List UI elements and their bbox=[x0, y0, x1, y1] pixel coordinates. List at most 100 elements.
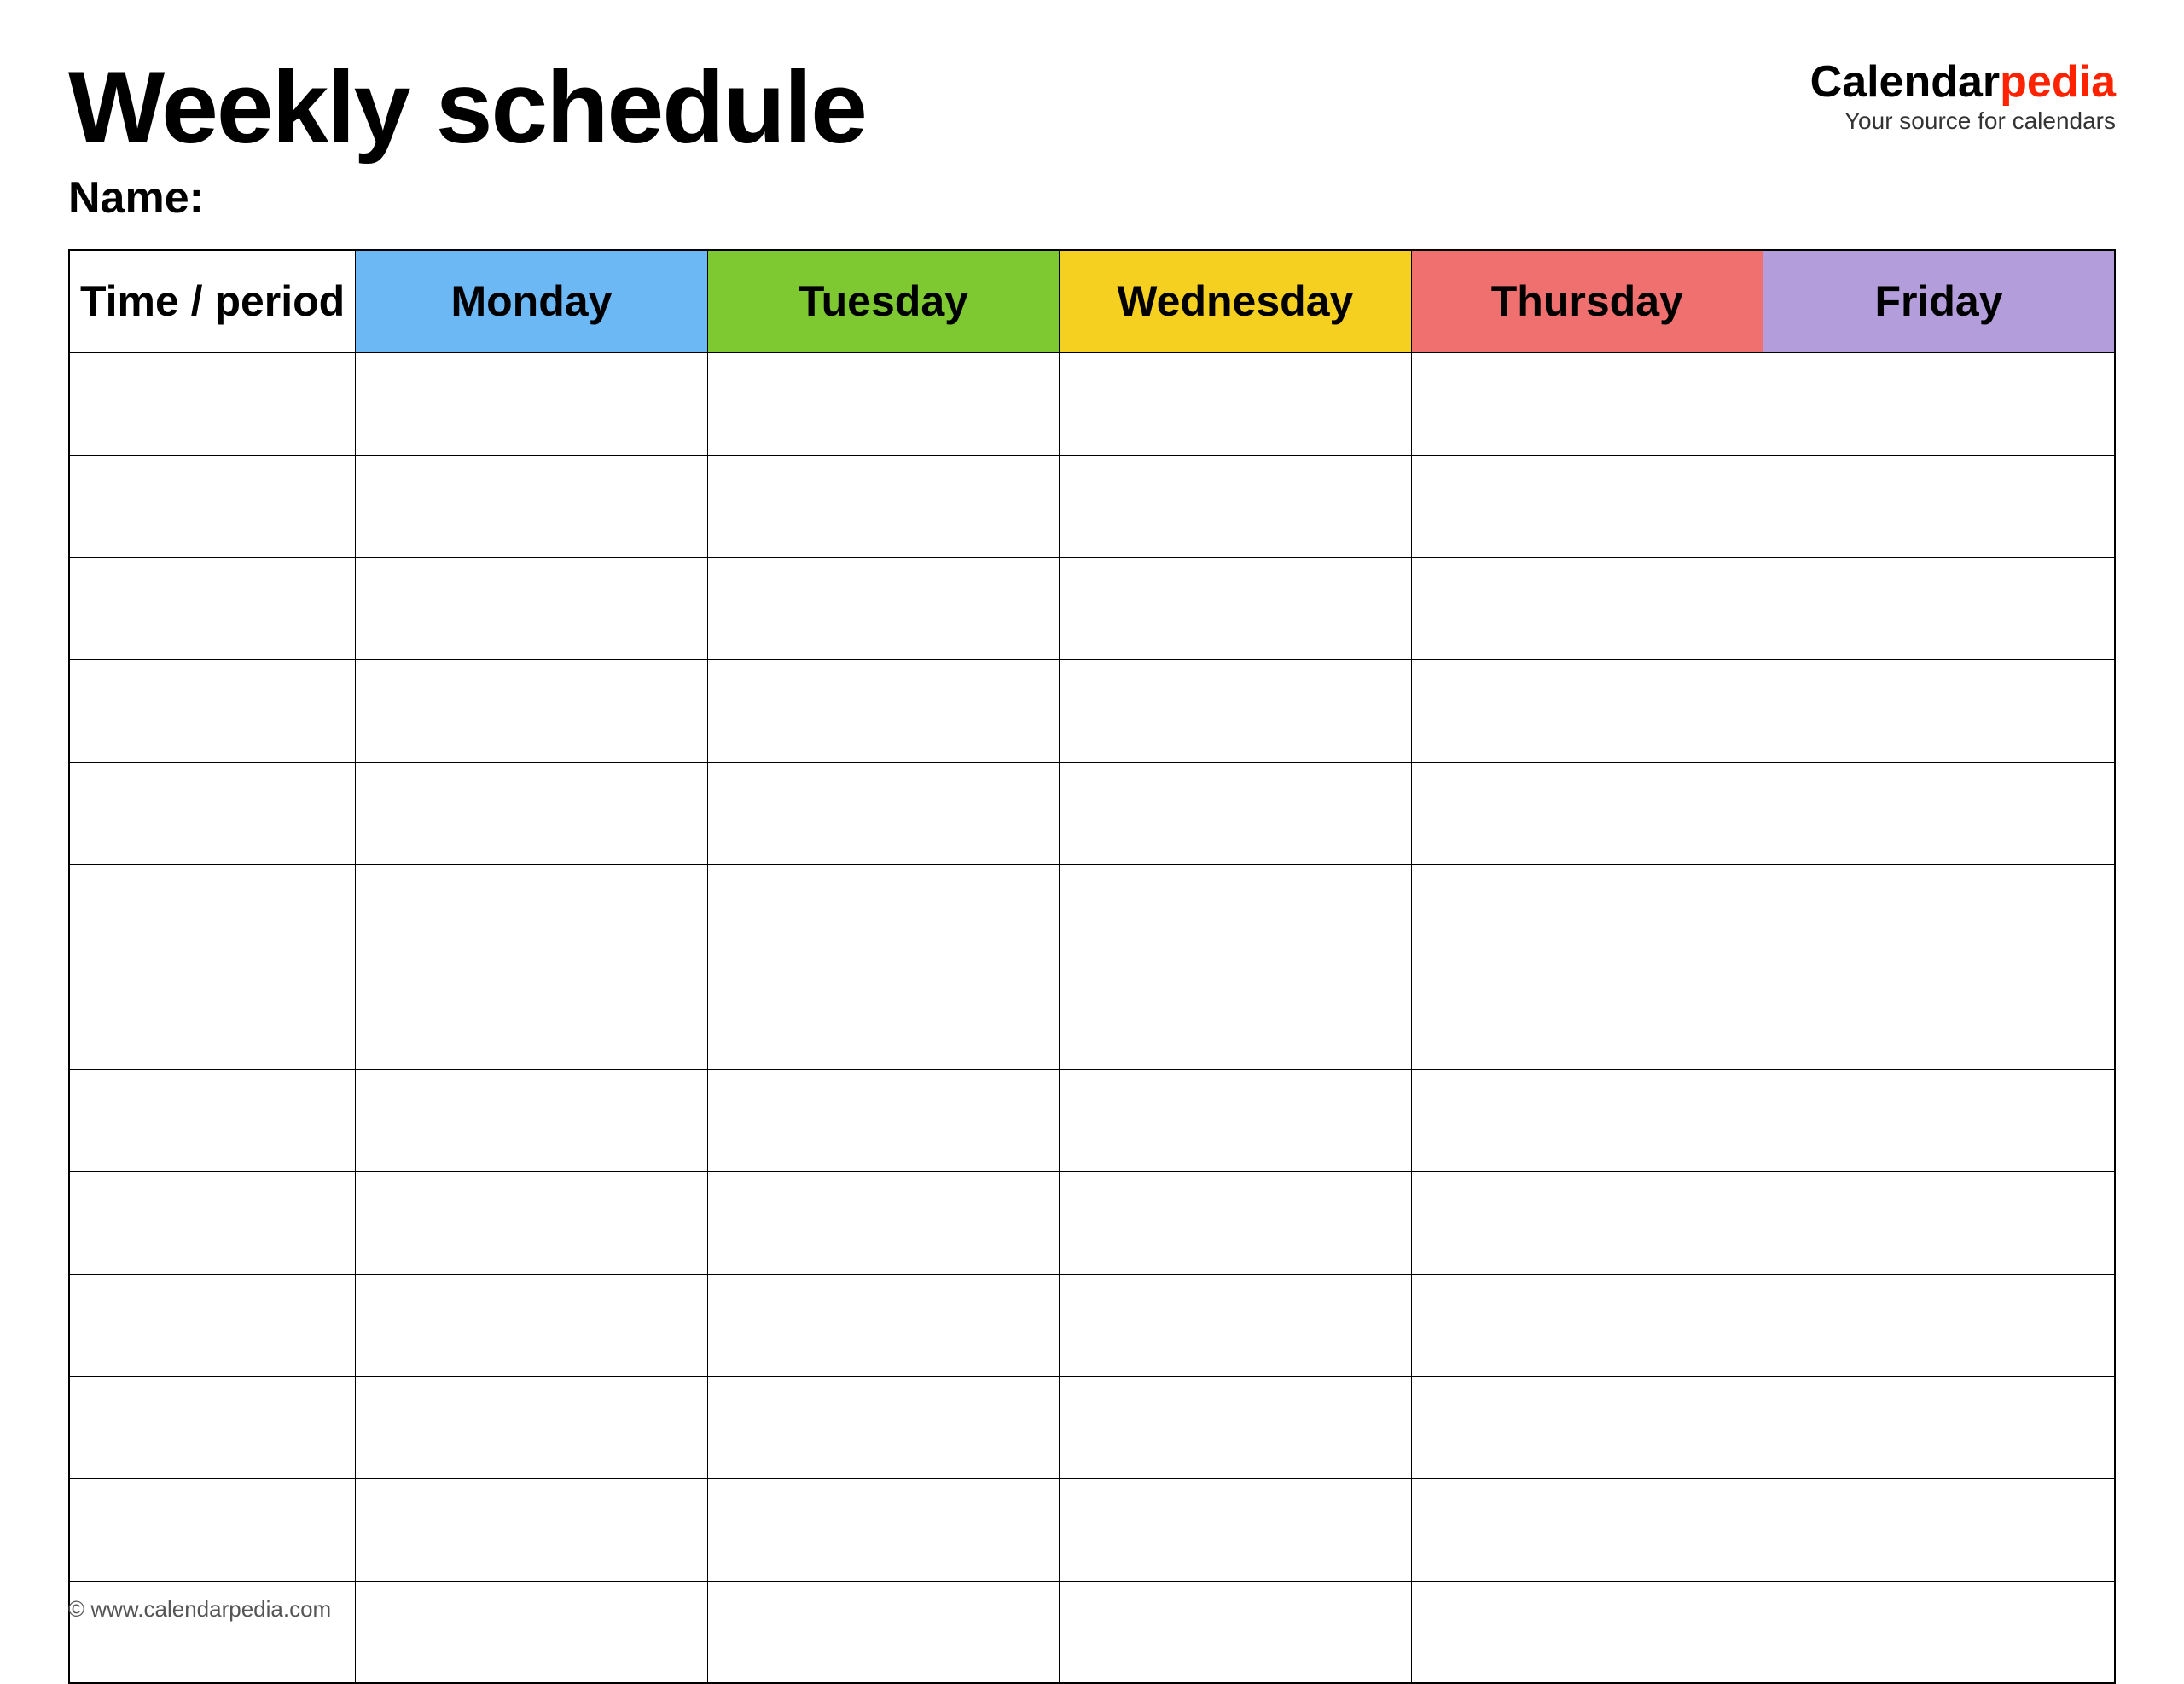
schedule-cell[interactable] bbox=[356, 1581, 707, 1683]
schedule-cell[interactable] bbox=[1763, 864, 2115, 967]
schedule-cell[interactable] bbox=[1411, 1478, 1763, 1581]
schedule-cell[interactable] bbox=[1060, 352, 1411, 455]
logo-tagline: Your source for calendars bbox=[1844, 107, 2116, 135]
schedule-cell[interactable] bbox=[356, 1274, 707, 1376]
time-cell[interactable] bbox=[69, 1274, 356, 1376]
schedule-cell[interactable] bbox=[1060, 1581, 1411, 1683]
schedule-cell[interactable] bbox=[1411, 352, 1763, 455]
schedule-cell[interactable] bbox=[1763, 1171, 2115, 1274]
col-header-monday: Monday bbox=[356, 250, 707, 352]
schedule-cell[interactable] bbox=[356, 659, 707, 762]
schedule-cell[interactable] bbox=[1411, 1171, 1763, 1274]
logo-calendar-part: Calendar bbox=[1810, 57, 2001, 107]
col-header-friday: Friday bbox=[1763, 250, 2115, 352]
schedule-cell[interactable] bbox=[1411, 659, 1763, 762]
logo-section: Calendarpedia Your source for calendars bbox=[1810, 60, 2116, 135]
schedule-cell[interactable] bbox=[1763, 352, 2115, 455]
time-cell[interactable] bbox=[69, 1069, 356, 1171]
schedule-cell[interactable] bbox=[1763, 967, 2115, 1069]
table-row bbox=[69, 455, 2115, 557]
schedule-cell[interactable] bbox=[707, 864, 1059, 967]
schedule-cell[interactable] bbox=[707, 762, 1059, 864]
schedule-cell[interactable] bbox=[707, 1376, 1059, 1478]
main-title: Weekly schedule bbox=[68, 51, 866, 164]
footer-url: © www.calendarpedia.com bbox=[68, 1596, 331, 1622]
time-cell[interactable] bbox=[69, 455, 356, 557]
schedule-cell[interactable] bbox=[356, 762, 707, 864]
time-cell[interactable] bbox=[69, 967, 356, 1069]
schedule-cell[interactable] bbox=[707, 352, 1059, 455]
table-row bbox=[69, 967, 2115, 1069]
title-section: Weekly schedule Name: bbox=[68, 51, 866, 224]
schedule-cell[interactable] bbox=[1060, 1376, 1411, 1478]
schedule-cell[interactable] bbox=[707, 967, 1059, 1069]
schedule-cell[interactable] bbox=[356, 557, 707, 659]
schedule-cell[interactable] bbox=[1060, 1069, 1411, 1171]
schedule-cell[interactable] bbox=[707, 1274, 1059, 1376]
time-cell[interactable] bbox=[69, 1376, 356, 1478]
schedule-cell[interactable] bbox=[1060, 864, 1411, 967]
time-cell[interactable] bbox=[69, 557, 356, 659]
schedule-table: Time / period Monday Tuesday Wednesday T… bbox=[68, 249, 2116, 1684]
table-row bbox=[69, 557, 2115, 659]
col-header-wednesday: Wednesday bbox=[1060, 250, 1411, 352]
footer: © www.calendarpedia.com bbox=[68, 1596, 331, 1623]
schedule-cell[interactable] bbox=[356, 1478, 707, 1581]
time-cell[interactable] bbox=[69, 864, 356, 967]
schedule-cell[interactable] bbox=[1411, 762, 1763, 864]
schedule-cell[interactable] bbox=[356, 1171, 707, 1274]
time-cell[interactable] bbox=[69, 1171, 356, 1274]
schedule-cell[interactable] bbox=[1060, 967, 1411, 1069]
schedule-cell[interactable] bbox=[707, 557, 1059, 659]
schedule-cell[interactable] bbox=[707, 659, 1059, 762]
schedule-cell[interactable] bbox=[1060, 455, 1411, 557]
col-header-tuesday: Tuesday bbox=[707, 250, 1059, 352]
schedule-cell[interactable] bbox=[707, 1581, 1059, 1683]
schedule-cell[interactable] bbox=[1060, 659, 1411, 762]
schedule-cell[interactable] bbox=[707, 1478, 1059, 1581]
schedule-cell[interactable] bbox=[1411, 1376, 1763, 1478]
schedule-cell[interactable] bbox=[1411, 557, 1763, 659]
schedule-cell[interactable] bbox=[1411, 1274, 1763, 1376]
time-cell[interactable] bbox=[69, 659, 356, 762]
schedule-cell[interactable] bbox=[356, 1376, 707, 1478]
schedule-cell[interactable] bbox=[356, 864, 707, 967]
schedule-cell[interactable] bbox=[1763, 557, 2115, 659]
time-cell[interactable] bbox=[69, 762, 356, 864]
schedule-cell[interactable] bbox=[1763, 762, 2115, 864]
schedule-cell[interactable] bbox=[1411, 967, 1763, 1069]
table-row bbox=[69, 659, 2115, 762]
name-label: Name: bbox=[68, 172, 866, 224]
schedule-cell[interactable] bbox=[707, 455, 1059, 557]
table-row bbox=[69, 1171, 2115, 1274]
schedule-cell[interactable] bbox=[1411, 455, 1763, 557]
time-cell[interactable] bbox=[69, 352, 356, 455]
col-header-thursday: Thursday bbox=[1411, 250, 1763, 352]
schedule-cell[interactable] bbox=[1763, 1478, 2115, 1581]
table-row bbox=[69, 1581, 2115, 1683]
schedule-cell[interactable] bbox=[1763, 1274, 2115, 1376]
schedule-cell[interactable] bbox=[1763, 1376, 2115, 1478]
header-row: Time / period Monday Tuesday Wednesday T… bbox=[69, 250, 2115, 352]
schedule-cell[interactable] bbox=[356, 1069, 707, 1171]
schedule-cell[interactable] bbox=[356, 352, 707, 455]
schedule-cell[interactable] bbox=[1411, 1069, 1763, 1171]
schedule-cell[interactable] bbox=[1763, 455, 2115, 557]
logo-text: Calendarpedia bbox=[1810, 60, 2116, 104]
schedule-cell[interactable] bbox=[1060, 762, 1411, 864]
time-cell[interactable] bbox=[69, 1478, 356, 1581]
schedule-cell[interactable] bbox=[1060, 1274, 1411, 1376]
schedule-cell[interactable] bbox=[1763, 1069, 2115, 1171]
schedule-cell[interactable] bbox=[356, 455, 707, 557]
schedule-cell[interactable] bbox=[1763, 1581, 2115, 1683]
schedule-cell[interactable] bbox=[356, 967, 707, 1069]
schedule-cell[interactable] bbox=[707, 1069, 1059, 1171]
schedule-cell[interactable] bbox=[1060, 557, 1411, 659]
schedule-cell[interactable] bbox=[1763, 659, 2115, 762]
schedule-cell[interactable] bbox=[707, 1171, 1059, 1274]
schedule-cell[interactable] bbox=[1060, 1171, 1411, 1274]
schedule-cell[interactable] bbox=[1411, 1581, 1763, 1683]
schedule-cell[interactable] bbox=[1060, 1478, 1411, 1581]
table-row bbox=[69, 864, 2115, 967]
schedule-cell[interactable] bbox=[1411, 864, 1763, 967]
